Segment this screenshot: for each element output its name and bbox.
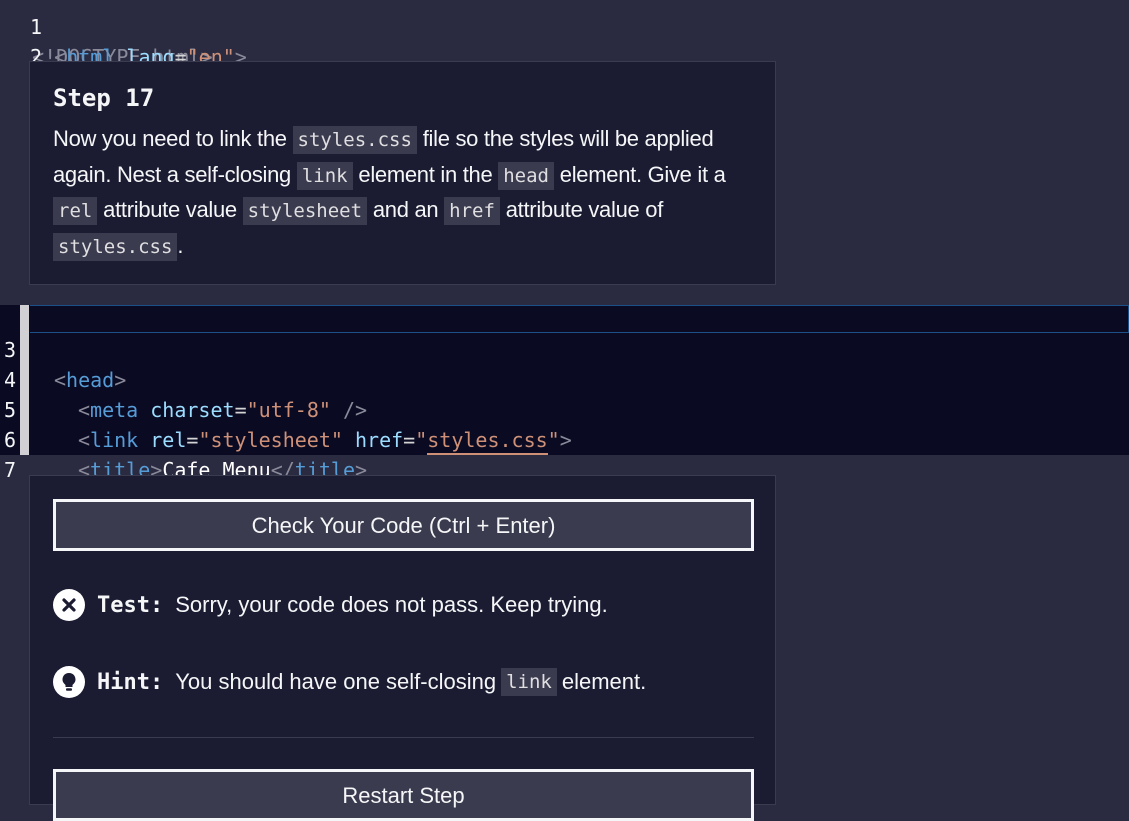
desc-text: and an — [367, 197, 445, 222]
attr-value: "utf-8" — [246, 398, 331, 422]
step-description: Now you need to link the styles.css file… — [53, 122, 752, 264]
test-label: Test: — [97, 592, 164, 618]
editable-code-region[interactable]: 3 <head> 4 <meta charset="utf-8" /> 5 <l… — [0, 305, 1129, 512]
attr-name: href — [354, 428, 404, 452]
hint: Hint: You should have one self-closing l… — [53, 666, 646, 698]
hint-text: element. — [561, 669, 647, 694]
inline-code: link — [501, 668, 557, 696]
action-panel: Check Your Code (Ctrl + Enter) Test: Sor… — [29, 475, 776, 821]
code-line-3[interactable]: 3 <head> — [0, 305, 126, 392]
close-circle-icon — [53, 589, 85, 621]
restart-step-button[interactable]: Restart Step — [53, 769, 754, 821]
desc-text: attribute value of — [499, 197, 664, 222]
step-description-panel: Step 17 Now you need to link the styles.… — [29, 61, 776, 285]
attr-eq: = — [403, 428, 416, 452]
hint-text: You should have one self-closing — [175, 669, 497, 694]
attr-quote: " — [547, 428, 560, 452]
inline-code: href — [444, 197, 500, 225]
desc-text: Now you need to link the — [53, 126, 293, 151]
attr-name: rel — [150, 428, 187, 452]
tag-open: < — [78, 398, 91, 422]
step-title: Step 17 — [53, 84, 155, 112]
attr-quote: " — [415, 428, 428, 452]
lightbulb-icon — [53, 666, 85, 698]
test-result: Test: Sorry, your code does not pass. Ke… — [53, 589, 608, 621]
tag-close: /> — [330, 398, 368, 422]
tag-close: > — [559, 428, 572, 452]
divider — [53, 737, 754, 738]
desc-text: attribute value — [97, 197, 243, 222]
code-line-5[interactable]: 5 <link rel="stylesheet" href="styles.cs… — [0, 365, 572, 455]
attr-eq: = — [234, 398, 247, 422]
inline-code: styles.css — [292, 126, 417, 154]
attr-value: "stylesheet" — [198, 428, 343, 452]
attr-eq: = — [186, 428, 199, 452]
code-line-4[interactable]: 4 <meta charset="utf-8" /> — [0, 335, 367, 422]
code-line-2[interactable]: 2 <html lang="en"> — [0, 12, 247, 69]
inline-code: link — [296, 161, 353, 190]
attr-name: charset — [150, 398, 235, 422]
desc-text: element. Give it a — [553, 161, 726, 187]
line-number: 7 — [3, 458, 16, 482]
code-line-1[interactable]: 1 <!DOCTYPE html> — [0, 0, 213, 69]
tag-name: head — [66, 368, 115, 392]
tag-close: > — [114, 368, 127, 392]
check-code-button[interactable]: Check Your Code (Ctrl + Enter) — [53, 499, 754, 551]
tag-open: < — [78, 428, 91, 452]
inline-code: styles.css — [53, 232, 178, 261]
desc-text: element in the — [352, 161, 499, 187]
inline-code: rel — [53, 197, 98, 225]
desc-text: . — [177, 232, 184, 258]
test-message: Sorry, your code does not pass. Keep try… — [175, 592, 608, 617]
inline-code: head — [498, 161, 554, 190]
active-line-highlight — [30, 305, 1129, 333]
code-line-7[interactable]: 7 </head> — [0, 425, 138, 512]
attr-value-underlined: styles.css — [427, 428, 548, 455]
tag-name: meta — [90, 398, 139, 422]
tag-name: link — [90, 428, 139, 452]
tag-open: < — [54, 368, 67, 392]
code-line-6[interactable]: 6 <title>Cafe Menu</title> — [0, 395, 367, 482]
hint-label: Hint: — [97, 669, 164, 695]
inline-code: stylesheet — [242, 197, 368, 225]
